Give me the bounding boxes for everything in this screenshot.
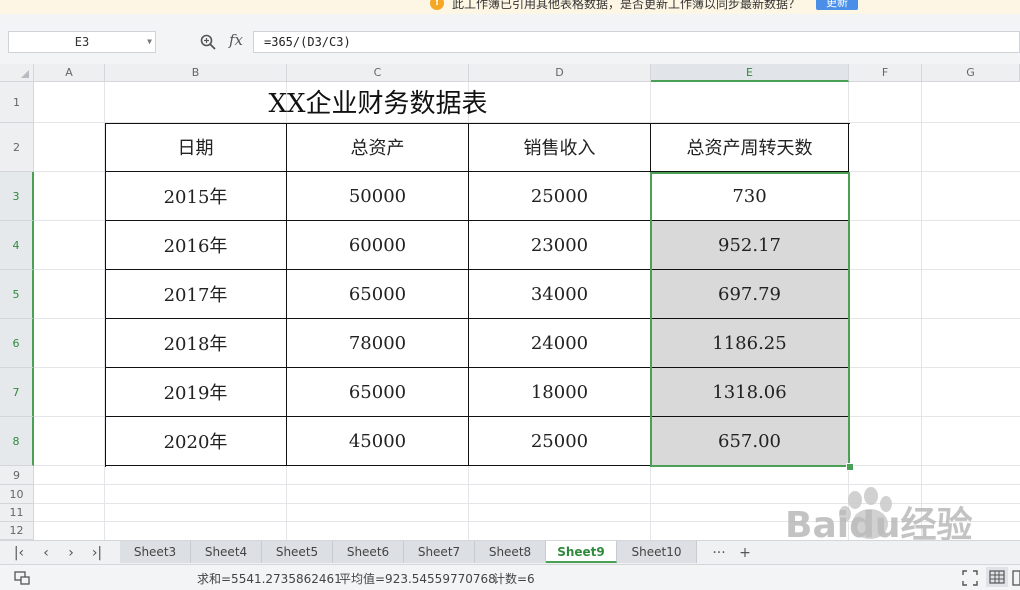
name-box-value: E3 [74, 35, 90, 49]
grid-column-line [921, 82, 922, 540]
sheet-tab-sheet5[interactable]: Sheet5 [262, 541, 333, 563]
more-sheets-icon[interactable]: ··· [708, 544, 730, 562]
row-header-5[interactable]: 5 [0, 270, 34, 319]
formula-input[interactable]: =365/(D3/C3) [253, 31, 1020, 53]
table-cell[interactable]: 2019年 [105, 368, 287, 417]
table-cell[interactable]: 78000 [287, 319, 469, 368]
column-header-d[interactable]: D [469, 64, 651, 82]
table-cell[interactable]: 952.17 [651, 221, 849, 270]
grid-row-line [34, 484, 1020, 485]
sheet-tab-sheet8[interactable]: Sheet8 [475, 541, 546, 563]
fill-handle[interactable] [846, 463, 854, 471]
table-cell[interactable]: 2017年 [105, 270, 287, 319]
row-header-6[interactable]: 6 [0, 319, 34, 368]
table-cell[interactable]: 60000 [287, 221, 469, 270]
sheet-tab-bar: |‹ ‹ › ›| Sheet3 Sheet4 Sheet5 Sheet6 Sheet7… [0, 540, 1020, 564]
table-cell[interactable]: 25000 [469, 172, 651, 221]
notice-message: 此工作簿已引用其他表格数据，是否更新工作簿以同步最新数据？ [452, 0, 801, 11]
table-header-cell[interactable]: 总资产 [287, 123, 469, 172]
prev-sheet-icon[interactable]: ‹ [37, 544, 55, 562]
chevron-down-icon[interactable]: ▼ [147, 32, 152, 52]
grid-row-line [34, 521, 1020, 522]
fx-icon[interactable]: fx [229, 31, 243, 49]
column-header-c[interactable]: C [287, 64, 469, 82]
column-header-b[interactable]: B [105, 64, 287, 82]
row-header-12[interactable]: 12 [0, 522, 34, 540]
table-cell[interactable]: 1186.25 [651, 319, 849, 368]
add-sheet-button[interactable]: + [736, 544, 754, 562]
table-cell[interactable]: 34000 [469, 270, 651, 319]
table-cell[interactable]: 697.79 [651, 270, 849, 319]
table-cell[interactable]: 2018年 [105, 319, 287, 368]
next-sheet-icon[interactable]: › [62, 544, 80, 562]
update-button[interactable]: 更新 [816, 0, 858, 10]
data-table: 日期 总资产 销售收入 总资产周转天数 2015年 50000 25000 730 2016年 6… [105, 123, 850, 467]
page-view-icon[interactable] [1012, 570, 1020, 586]
sheet-tab-sheet4[interactable]: Sheet4 [191, 541, 262, 563]
table-cell[interactable]: 730 [651, 172, 849, 221]
grid-row-line [34, 503, 1020, 504]
status-count: 计数=6 [493, 572, 535, 586]
sheet-tab-sheet6[interactable]: Sheet6 [333, 541, 404, 563]
name-box[interactable]: E3 ▼ [8, 31, 156, 53]
table-cell[interactable]: 65000 [287, 368, 469, 417]
warning-icon: ! [430, 0, 444, 10]
table-cell[interactable]: 18000 [469, 368, 651, 417]
normal-view-icon[interactable] [986, 567, 1008, 587]
table-cell[interactable]: 657.00 [651, 417, 849, 466]
select-all-corner[interactable] [0, 64, 34, 82]
table-cell[interactable]: 65000 [287, 270, 469, 319]
row-header-11[interactable]: 11 [0, 504, 34, 522]
table-cell[interactable]: 2016年 [105, 221, 287, 270]
fullscreen-icon[interactable] [962, 570, 978, 586]
table-cell[interactable]: 2020年 [105, 417, 287, 466]
row-header-7[interactable]: 7 [0, 368, 34, 417]
table-header-cell[interactable]: 销售收入 [469, 123, 651, 172]
macro-icon[interactable] [14, 571, 30, 585]
row-header-2[interactable]: 2 [0, 123, 34, 172]
last-sheet-icon[interactable]: ›| [88, 544, 106, 562]
table-cell[interactable]: 24000 [469, 319, 651, 368]
status-bar: 求和=5541.2735862461 平均值=923.54559770768 计… [0, 564, 1020, 590]
zoom-icon[interactable] [200, 34, 216, 50]
column-header-g[interactable]: G [922, 64, 1020, 82]
status-average: 平均值=923.54559770768 [339, 572, 496, 586]
row-header-8[interactable]: 8 [0, 417, 34, 466]
status-sum: 求和=5541.2735862461 [197, 572, 342, 586]
row-header-1[interactable]: 1 [0, 82, 34, 123]
table-cell[interactable]: 50000 [287, 172, 469, 221]
sheet-title[interactable]: XX企业财务数据表 [105, 82, 651, 124]
table-cell[interactable]: 25000 [469, 417, 651, 466]
first-sheet-icon[interactable]: |‹ [10, 544, 28, 562]
sheet-tab-sheet9[interactable]: Sheet9 [546, 541, 617, 563]
row-header-9[interactable]: 9 [0, 466, 34, 485]
sheet-tab-sheet7[interactable]: Sheet7 [404, 541, 475, 563]
row-header-4[interactable]: 4 [0, 221, 34, 270]
table-header-cell[interactable]: 总资产周转天数 [651, 123, 849, 172]
formula-bar: E3 ▼ fx =365/(D3/C3) [0, 14, 1020, 64]
column-header-e[interactable]: E [651, 64, 849, 82]
table-header-cell[interactable]: 日期 [105, 123, 287, 172]
column-header-f[interactable]: F [849, 64, 922, 82]
sheet-tab-sheet10[interactable]: Sheet10 [617, 541, 697, 563]
notice-bar: ! 此工作簿已引用其他表格数据，是否更新工作簿以同步最新数据？ 更新 [0, 0, 1020, 14]
table-cell[interactable]: 2015年 [105, 172, 287, 221]
column-header-a[interactable]: A [34, 64, 105, 82]
sheet-tab-sheet3[interactable]: Sheet3 [120, 541, 191, 563]
row-header-3[interactable]: 3 [0, 172, 34, 221]
table-cell[interactable]: 1318.06 [651, 368, 849, 417]
table-cell[interactable]: 45000 [287, 417, 469, 466]
table-cell[interactable]: 23000 [469, 221, 651, 270]
row-header-10[interactable]: 10 [0, 485, 34, 504]
